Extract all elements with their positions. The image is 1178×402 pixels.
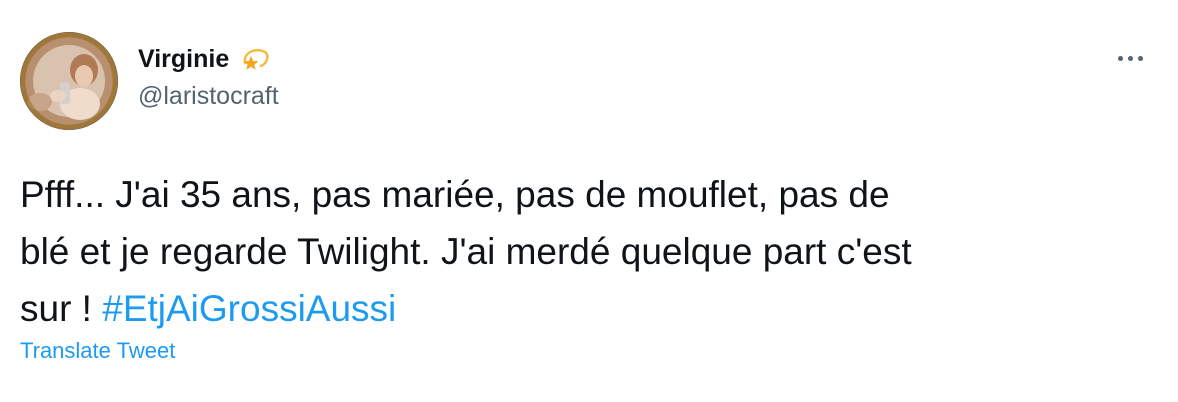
tweet-text-line: blé et je regarde Twilight. J'ai merdé q…	[20, 231, 912, 272]
tweet-text-segment: sur !	[20, 288, 103, 329]
tweet-text: Pfff... J'ai 35 ans, pas mariée, pas de …	[20, 166, 1140, 337]
more-horizontal-icon	[1117, 55, 1123, 61]
more-options-button[interactable]	[1110, 46, 1150, 70]
translate-tweet-link[interactable]: Translate Tweet	[20, 338, 175, 364]
tweet-text-line: Pfff... J'ai 35 ans, pas mariée, pas de …	[20, 174, 890, 215]
avatar[interactable]	[20, 32, 118, 130]
author-display-name[interactable]: Virginie	[138, 45, 229, 74]
dizzy-star-emoji-icon	[239, 43, 271, 75]
tweet: Virginie @laristocraft Pfff... J'ai 35 a…	[0, 0, 1178, 402]
hashtag-link[interactable]: #EtjAiGrossiAussi	[102, 288, 396, 329]
more-horizontal-icon	[1127, 55, 1133, 61]
avatar-photo	[20, 32, 118, 130]
more-horizontal-icon	[1137, 55, 1143, 61]
author-name-row: Virginie	[138, 40, 271, 78]
author-handle[interactable]: @laristocraft	[138, 82, 279, 111]
tweet-text-line: sur ! #EtjAiGrossiAussi	[20, 280, 1140, 337]
